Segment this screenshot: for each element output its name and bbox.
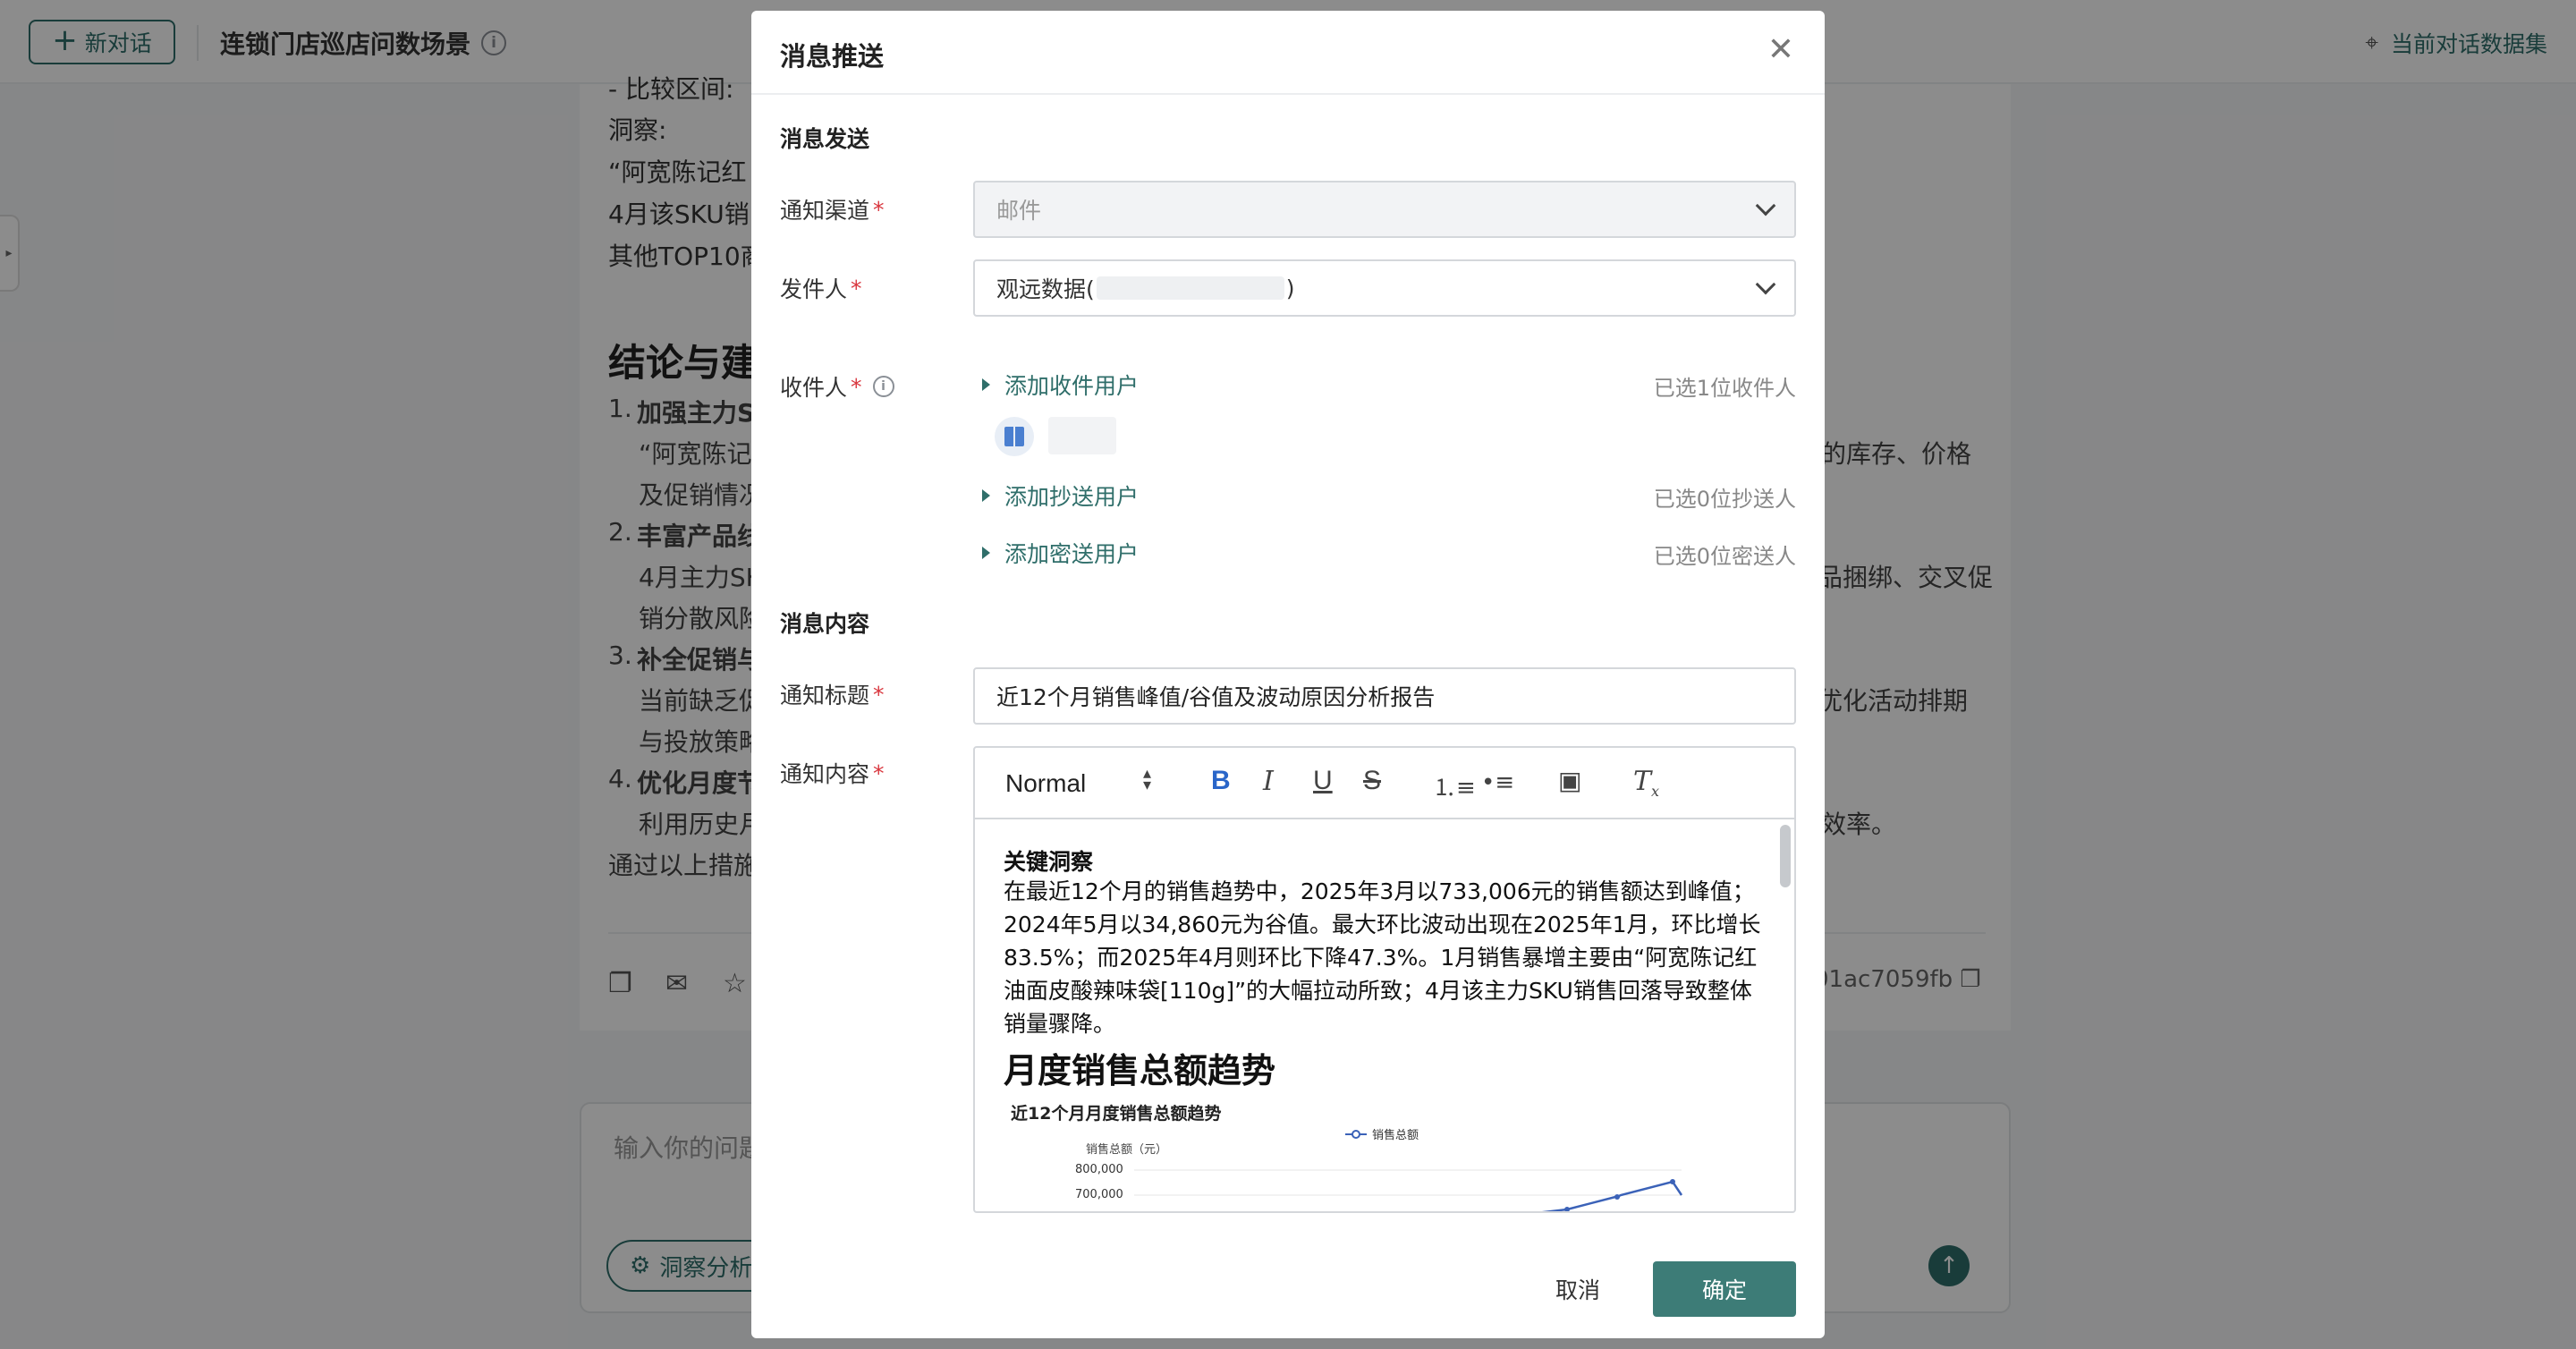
redacted-recipient-name [1048,417,1116,454]
data-point [1614,1194,1620,1200]
updown-icon[interactable]: ▴ ▾ [1143,766,1151,793]
required-mark: * [873,196,885,223]
clear-format-icon[interactable]: Tx [1633,766,1659,800]
required-mark: * [851,373,862,400]
bcc-count: 已选0位密送人 [1653,544,1796,569]
caret-right-icon [982,547,990,559]
close-icon[interactable]: ✕ [1767,34,1794,66]
image-icon[interactable]: ▣ [1558,766,1581,795]
subject-input[interactable]: 近12个月销售峰值/谷值及波动原因分析报告 [973,667,1796,725]
sender-select[interactable]: 观远数据() [973,259,1796,317]
redacted-email [1096,276,1284,300]
caret-right-icon [982,378,990,391]
sender-suffix: ) [1285,275,1295,301]
confirm-button[interactable]: 确定 [1653,1261,1796,1317]
channel-value: 邮件 [996,198,1042,224]
cc-count: 已选0位抄送人 [1653,487,1796,512]
bullet-list-icon[interactable]: •≡ [1481,769,1514,796]
add-cc-link[interactable]: 添加抄送用户 [982,479,1139,512]
chevron-down-icon [1755,274,1776,295]
channel-label: 通知渠道 * [780,193,885,225]
required-mark: * [851,275,862,301]
add-recipient-link[interactable]: 添加收件用户 [982,369,1139,401]
chevron-down-icon [1755,195,1776,216]
strikethrough-icon[interactable]: S [1363,766,1381,796]
section-content-title: 消息内容 [780,611,870,637]
caret-right-icon [982,489,990,502]
channel-label-text: 通知渠道 [780,198,870,224]
sender-label-text: 发件人 [780,276,848,302]
avatar [995,417,1034,456]
message-push-dialog: 消息推送 ✕ 消息发送 通知渠道 * 邮件 发件人 * 观远数据() 收件人 * i 添… [751,11,1825,1338]
dialog-header: 消息推送 ✕ [751,11,1825,95]
subject-label: 通知标题 * [780,678,885,710]
dialog-title: 消息推送 [780,41,885,72]
underline-icon[interactable]: U [1313,766,1333,796]
cancel-button[interactable]: 取消 [1521,1261,1635,1317]
info-icon[interactable]: i [872,376,894,397]
required-mark: * [873,681,885,708]
subject-value: 近12个月销售峰值/谷值及波动原因分析报告 [996,684,1436,710]
body-label-text: 通知内容 [780,761,870,787]
ordered-list-icon[interactable]: ⒈≡ [1433,769,1476,802]
recipient-count: 已选1位收件人 [1653,376,1796,401]
recipient-label: 收件人 * i [780,370,894,403]
sender-prefix: 观远数据( [996,276,1095,302]
recipient-label-text: 收件人 [780,375,848,401]
add-recipient-label: 添加收件用户 [1004,373,1140,399]
chart-plot [1134,1169,1683,1211]
subject-label-text: 通知标题 [780,683,870,708]
add-bcc-label: 添加密送用户 [1004,541,1140,567]
series-line [1541,1180,1683,1211]
add-bcc-link[interactable]: 添加密送用户 [982,537,1139,569]
editor-scrollbar[interactable] [1780,825,1791,887]
channel-select[interactable]: 邮件 [973,181,1796,238]
user-avatar-icon [1004,427,1024,446]
format-select[interactable]: Normal [1005,769,1086,798]
data-point [1564,1207,1570,1211]
data-point [1670,1179,1675,1184]
italic-icon[interactable]: I [1263,766,1274,797]
editor-toolbar: Normal ▴ ▾ B I U S ⒈≡ •≡ ▣ Tx [975,748,1794,819]
add-cc-label: 添加抄送用户 [1004,484,1140,510]
bold-icon[interactable]: B [1211,766,1231,796]
rich-text-editor[interactable]: Normal ▴ ▾ B I U S ⒈≡ •≡ ▣ Tx 关键洞察 在最近12个… [973,746,1796,1213]
section-send-title: 消息发送 [780,126,870,152]
required-mark: * [873,759,885,786]
editor-content[interactable]: 关键洞察 在最近12个月的销售趋势中，2025年3月以733,006元的销售额达… [975,821,1794,1211]
sender-label: 发件人 * [780,272,862,304]
body-label: 通知内容 * [780,757,885,789]
